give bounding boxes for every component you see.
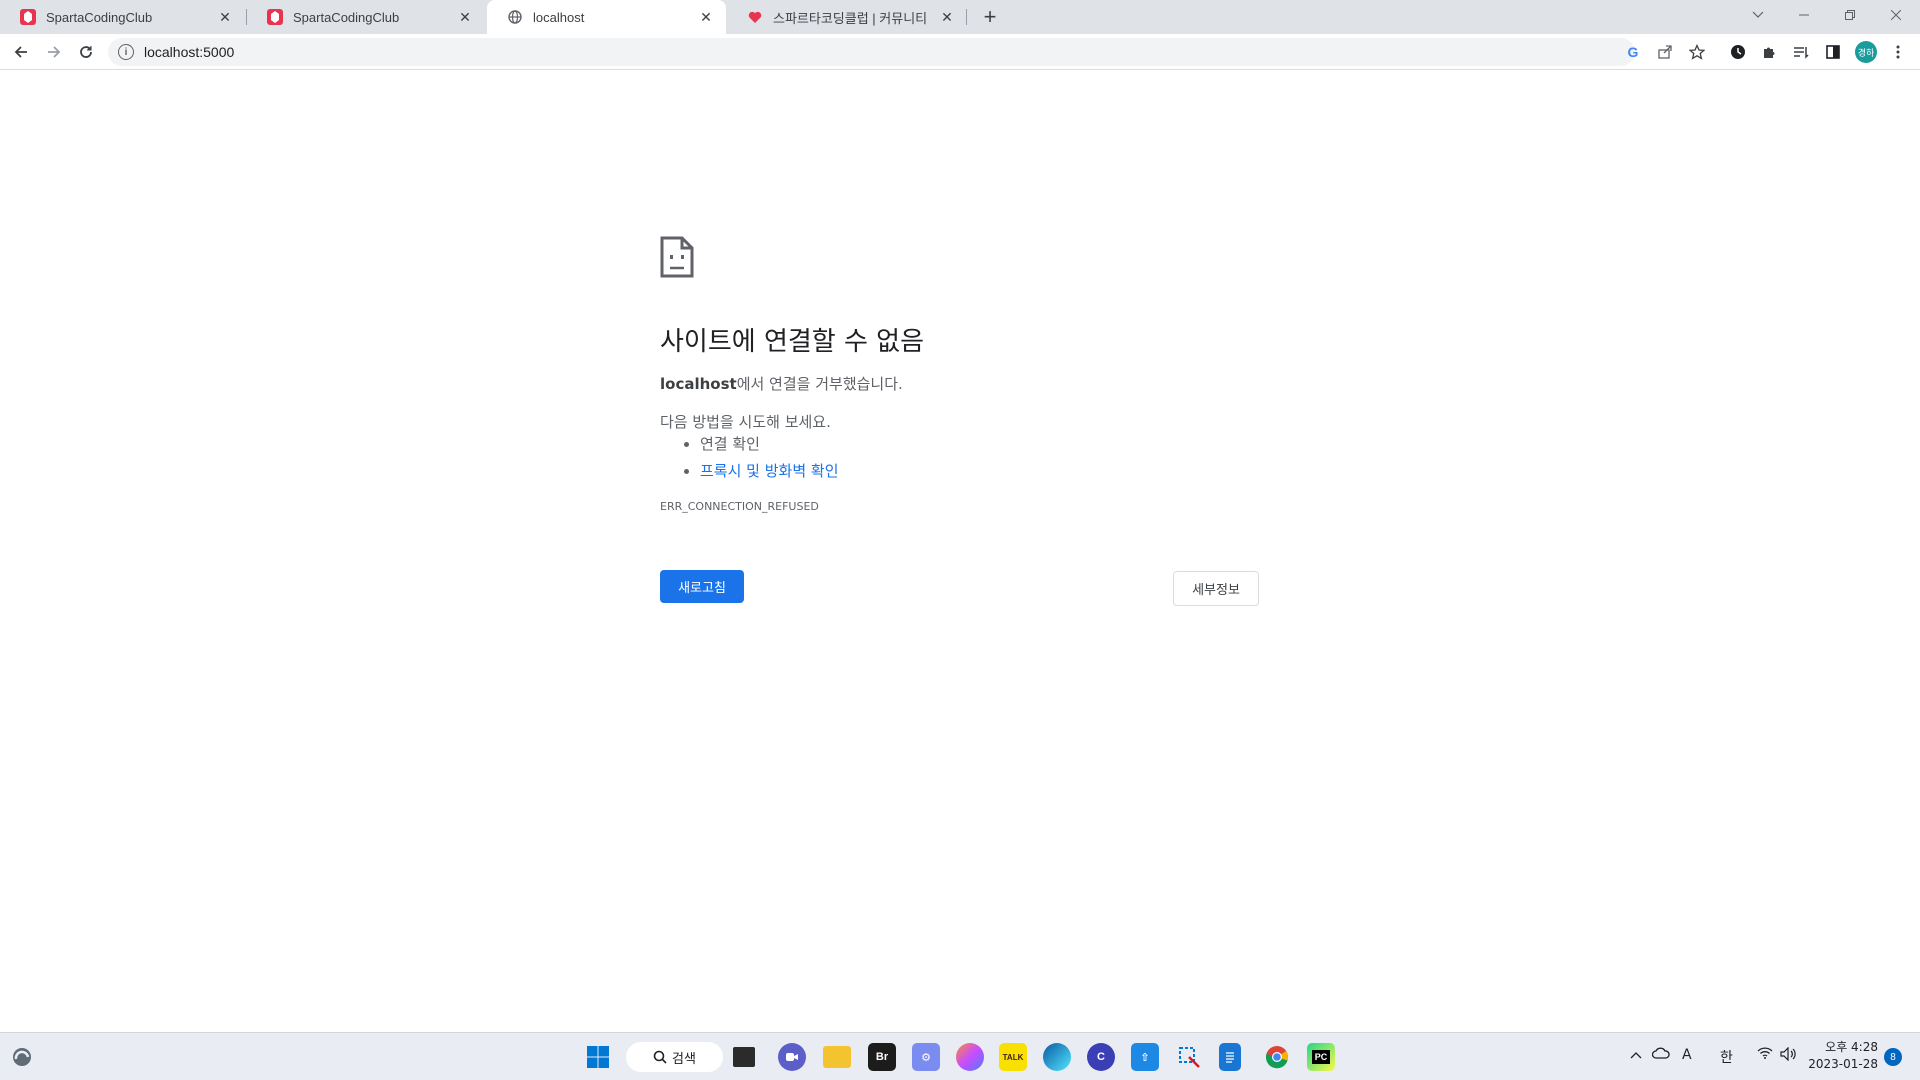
profile-avatar[interactable]: 경하 — [1855, 41, 1877, 63]
error-code: ERR_CONNECTION_REFUSED — [660, 500, 819, 513]
error-desc-text: 에서 연결을 거부했습니다. — [736, 375, 903, 393]
globe-icon — [507, 9, 523, 25]
suggestion-check-proxy: 프록시 및 방화벽 확인 — [700, 460, 839, 481]
taskbar-search[interactable]: 검색 — [626, 1042, 723, 1072]
ime-indicator[interactable]: 한 — [1720, 1047, 1733, 1067]
close-window-button[interactable] — [1873, 0, 1919, 30]
reading-list-icon[interactable] — [1791, 42, 1811, 62]
heart-icon — [747, 9, 763, 25]
gear-app-icon[interactable]: ⚙ — [912, 1043, 940, 1071]
restore-button[interactable] — [1827, 0, 1873, 30]
error-host: localhost — [660, 375, 737, 393]
tab-localhost[interactable]: localhost ✕ — [487, 0, 726, 34]
volume-icon[interactable] — [1780, 1046, 1798, 1065]
file-explorer-icon[interactable] — [823, 1046, 851, 1068]
bridge-icon[interactable]: Br — [868, 1043, 896, 1071]
try-label: 다음 방법을 시도해 보세요. — [660, 413, 831, 431]
tab-sparta-community[interactable]: 스파르타코딩클럽 | 커뮤니티 ✕ — [727, 0, 967, 34]
more-menu-icon[interactable] — [1888, 42, 1908, 62]
close-icon[interactable]: ✕ — [698, 9, 714, 25]
tab-title: SpartaCodingClub — [46, 9, 153, 25]
copilot-icon[interactable] — [956, 1043, 984, 1071]
share-icon[interactable] — [1655, 42, 1675, 62]
clock-date: 2023-01-28 — [1808, 1057, 1878, 1071]
tab-title: SpartaCodingClub — [293, 9, 400, 25]
sparta-icon — [20, 9, 36, 25]
clock-time: 오후 4:28 — [1825, 1040, 1878, 1054]
windows-taskbar: 검색 Br ⚙ TALK C ⇧ PC A 한 오후 4:28 2023-01-… — [0, 1032, 1920, 1080]
reload-button[interactable]: 새로고침 — [660, 570, 744, 603]
page-content: 사이트에 연결할 수 없음 localhost에서 연결을 거부했습니다. 다음… — [0, 71, 1920, 1031]
proxy-firewall-link[interactable]: 프록시 및 방화벽 확인 — [700, 462, 839, 480]
sparta-icon — [267, 9, 283, 25]
notification-badge[interactable]: 8 — [1884, 1048, 1902, 1066]
tab-title: 스파르타코딩클럽 | 커뮤니티 — [773, 10, 928, 26]
suggestion-check-connection: 연결 확인 — [700, 433, 839, 454]
show-hidden-icons[interactable] — [1630, 1047, 1642, 1063]
browser-window: SpartaCodingClub ✕ SpartaCodingClub ✕ lo… — [0, 0, 1920, 1080]
tab-search-icon[interactable] — [1735, 0, 1781, 30]
address-bar[interactable]: i localhost:5000 — [108, 38, 1635, 66]
wifi-icon[interactable] — [1757, 1047, 1773, 1063]
sad-document-icon — [660, 236, 694, 278]
pycharm-icon[interactable]: PC — [1307, 1043, 1335, 1071]
browser-toolbar: i localhost:5000 G — [0, 34, 1920, 70]
side-panel-icon[interactable] — [1823, 42, 1843, 62]
task-view-icon[interactable] — [733, 1047, 755, 1067]
refresh-app-icon[interactable]: C — [1087, 1043, 1115, 1071]
extension-clock-icon[interactable] — [1728, 42, 1748, 62]
font-tray-icon[interactable]: A — [1682, 1047, 1692, 1063]
minimize-button[interactable] — [1781, 0, 1827, 30]
chrome-icon[interactable] — [1263, 1043, 1291, 1071]
back-button[interactable] — [7, 38, 35, 66]
close-icon[interactable]: ✕ — [217, 9, 233, 25]
clock[interactable]: 오후 4:28 2023-01-28 — [1806, 1039, 1878, 1073]
reload-icon[interactable] — [72, 38, 100, 66]
search-label: 검색 — [672, 1051, 696, 1067]
suggestions-list: 연결 확인 프록시 및 방화벽 확인 — [680, 433, 839, 487]
tab-sparta-2[interactable]: SpartaCodingClub ✕ — [247, 0, 485, 34]
error-title: 사이트에 연결할 수 없음 — [660, 327, 924, 357]
search-icon — [653, 1050, 667, 1064]
google-icon[interactable]: G — [1623, 42, 1643, 62]
extensions-puzzle-icon[interactable] — [1759, 42, 1779, 62]
notepad-icon[interactable] — [1219, 1043, 1241, 1071]
tab-title: localhost — [533, 9, 585, 25]
bookmark-star-icon[interactable] — [1687, 42, 1707, 62]
details-button[interactable]: 세부정보 — [1173, 571, 1259, 606]
tab-separator — [966, 9, 967, 25]
teams-chat-icon[interactable] — [778, 1043, 806, 1071]
new-tab-button[interactable]: + — [977, 4, 1003, 30]
tab-sparta-1[interactable]: SpartaCodingClub ✕ — [0, 0, 245, 34]
info-icon[interactable]: i — [118, 44, 134, 60]
upload-app-icon[interactable]: ⇧ — [1131, 1043, 1159, 1071]
tab-strip: SpartaCodingClub ✕ SpartaCodingClub ✕ lo… — [0, 0, 1920, 34]
kakaotalk-icon[interactable]: TALK — [999, 1043, 1027, 1071]
snipping-tool-icon[interactable] — [1175, 1043, 1203, 1071]
edge-widget-icon[interactable] — [8, 1043, 36, 1071]
edge-browser-icon[interactable] — [1043, 1043, 1071, 1071]
suggestion-text: 연결 확인 — [700, 435, 760, 453]
onedrive-cloud-icon[interactable] — [1651, 1047, 1670, 1063]
url-text: localhost:5000 — [144, 44, 235, 60]
windows-start-icon[interactable] — [584, 1043, 612, 1071]
forward-button[interactable] — [40, 38, 68, 66]
error-description: localhost에서 연결을 거부했습니다. — [660, 373, 903, 394]
close-icon[interactable]: ✕ — [939, 9, 955, 25]
close-icon[interactable]: ✕ — [457, 9, 473, 25]
